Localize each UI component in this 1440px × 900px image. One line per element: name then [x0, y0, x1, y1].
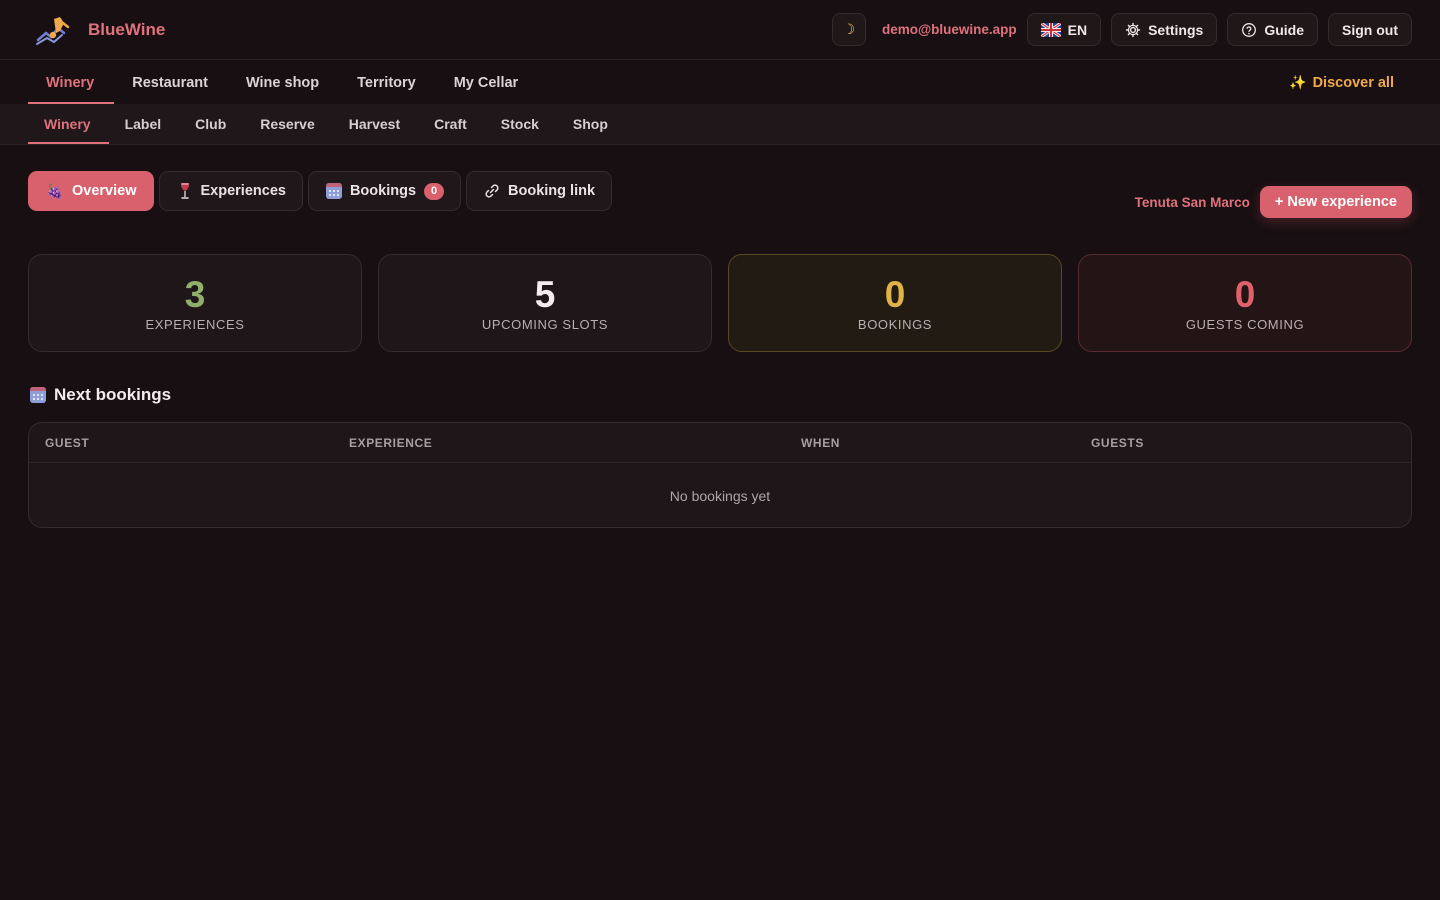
stats-row: 3 EXPERIENCES 5 UPCOMING SLOTS 0 BOOKING…: [28, 254, 1412, 352]
stat-value: 5: [534, 273, 556, 315]
sparkles-icon: ✨: [1289, 74, 1307, 90]
subnav-shop[interactable]: Shop: [557, 104, 626, 144]
bookings-table: GUEST EXPERIENCE WHEN GUESTS No bookings…: [28, 422, 1412, 528]
uk-flag-icon: [1040, 22, 1061, 37]
new-experience-button[interactable]: + New experience: [1259, 186, 1412, 218]
tab-booking-link-label: Booking link: [508, 183, 596, 199]
settings-button[interactable]: Settings: [1111, 13, 1218, 46]
subnav-harvest[interactable]: Harvest: [333, 104, 418, 144]
sign-out-label: Sign out: [1342, 21, 1398, 38]
user-email[interactable]: demo@bluewine.app: [882, 22, 1017, 37]
column-when: WHEN: [801, 436, 841, 450]
stat-value: 3: [184, 273, 206, 315]
subnav-reserve[interactable]: Reserve: [244, 104, 333, 144]
column-experience: EXPERIENCE: [349, 436, 433, 450]
grapes-icon: 🍇: [46, 182, 64, 199]
nav-winery[interactable]: Winery: [28, 61, 115, 104]
secondary-nav: Winery Label Club Reserve Harvest Craft …: [0, 104, 1440, 145]
tab-bookings-label: Bookings: [349, 183, 417, 199]
language-button[interactable]: EN: [1026, 13, 1102, 46]
tab-overview[interactable]: 🍇 Overview: [28, 171, 154, 211]
subnav-stock[interactable]: Stock: [485, 104, 557, 144]
discover-all-label: Discover all: [1312, 74, 1394, 91]
nav-wine-shop[interactable]: Wine shop: [228, 61, 339, 104]
subnav-label[interactable]: Label: [109, 104, 180, 144]
sign-out-button[interactable]: Sign out: [1328, 13, 1412, 46]
app-name: BlueWine: [88, 19, 166, 39]
subnav-craft[interactable]: Craft: [418, 104, 485, 144]
stat-label: BOOKINGS: [857, 316, 933, 332]
nav-restaurant[interactable]: Restaurant: [114, 61, 228, 104]
nav-my-cellar[interactable]: My Cellar: [436, 61, 538, 104]
calendar-icon: [30, 387, 46, 403]
guide-button[interactable]: Guide: [1227, 13, 1318, 46]
empty-state: No bookings yet: [669, 487, 771, 504]
stat-label: UPCOMING SLOTS: [481, 316, 609, 332]
guide-label: Guide: [1264, 21, 1304, 38]
moon-icon: ☽: [842, 21, 856, 37]
next-bookings-heading: Next bookings: [30, 385, 171, 405]
wine-glass-icon: [180, 183, 189, 199]
stat-label: GUESTS COMING: [1185, 316, 1305, 332]
table-header: GUEST EXPERIENCE WHEN GUESTS: [29, 423, 1411, 463]
link-icon: [485, 184, 499, 198]
nav-territory[interactable]: Territory: [339, 61, 436, 104]
next-bookings-title: Next bookings: [54, 385, 172, 404]
bluewine-logo-icon: [36, 16, 70, 45]
subnav-winery[interactable]: Winery: [28, 104, 109, 144]
column-guests: GUESTS: [1091, 436, 1144, 450]
page-actions: Tenuta San Marco + New experience: [1135, 186, 1412, 218]
brand[interactable]: BlueWine: [34, 13, 165, 47]
winery-tabs: 🍇 Overview Experiences Bookings 0 Bookin…: [28, 171, 613, 211]
stat-value: 0: [884, 273, 906, 315]
column-guest: GUEST: [45, 436, 90, 450]
stat-card-bookings: 0 BOOKINGS: [728, 254, 1062, 352]
primary-nav: Winery Restaurant Wine shop Territory My…: [0, 61, 1440, 104]
calendar-icon: [325, 183, 342, 199]
winery-name[interactable]: Tenuta San Marco: [1135, 195, 1250, 210]
tab-experiences-label: Experiences: [200, 183, 286, 199]
stat-card-upcoming-slots: 5 UPCOMING SLOTS: [378, 254, 712, 352]
bookings-count-badge: 0: [424, 182, 445, 200]
help-circle-icon: [1242, 22, 1257, 37]
stat-card-guests-coming: 0 GUESTS COMING: [1078, 254, 1412, 352]
language-label: EN: [1067, 21, 1088, 38]
tab-experiences[interactable]: Experiences: [158, 171, 303, 211]
stat-value: 0: [1234, 273, 1256, 315]
stat-label: EXPERIENCES: [145, 316, 245, 332]
discover-all-link[interactable]: ✨ Discover all: [1289, 74, 1412, 91]
stat-card-experiences: 3 EXPERIENCES: [28, 254, 362, 352]
subnav-club[interactable]: Club: [179, 104, 244, 144]
gear-icon: [1125, 22, 1141, 37]
top-header: BlueWine ☽ demo@bluewine.app EN Settings: [0, 0, 1440, 60]
theme-toggle-button[interactable]: ☽: [831, 13, 866, 46]
tab-booking-link[interactable]: Booking link: [466, 171, 613, 211]
settings-label: Settings: [1148, 21, 1204, 38]
tab-overview-label: Overview: [72, 183, 137, 199]
tab-bookings[interactable]: Bookings 0: [307, 171, 462, 211]
